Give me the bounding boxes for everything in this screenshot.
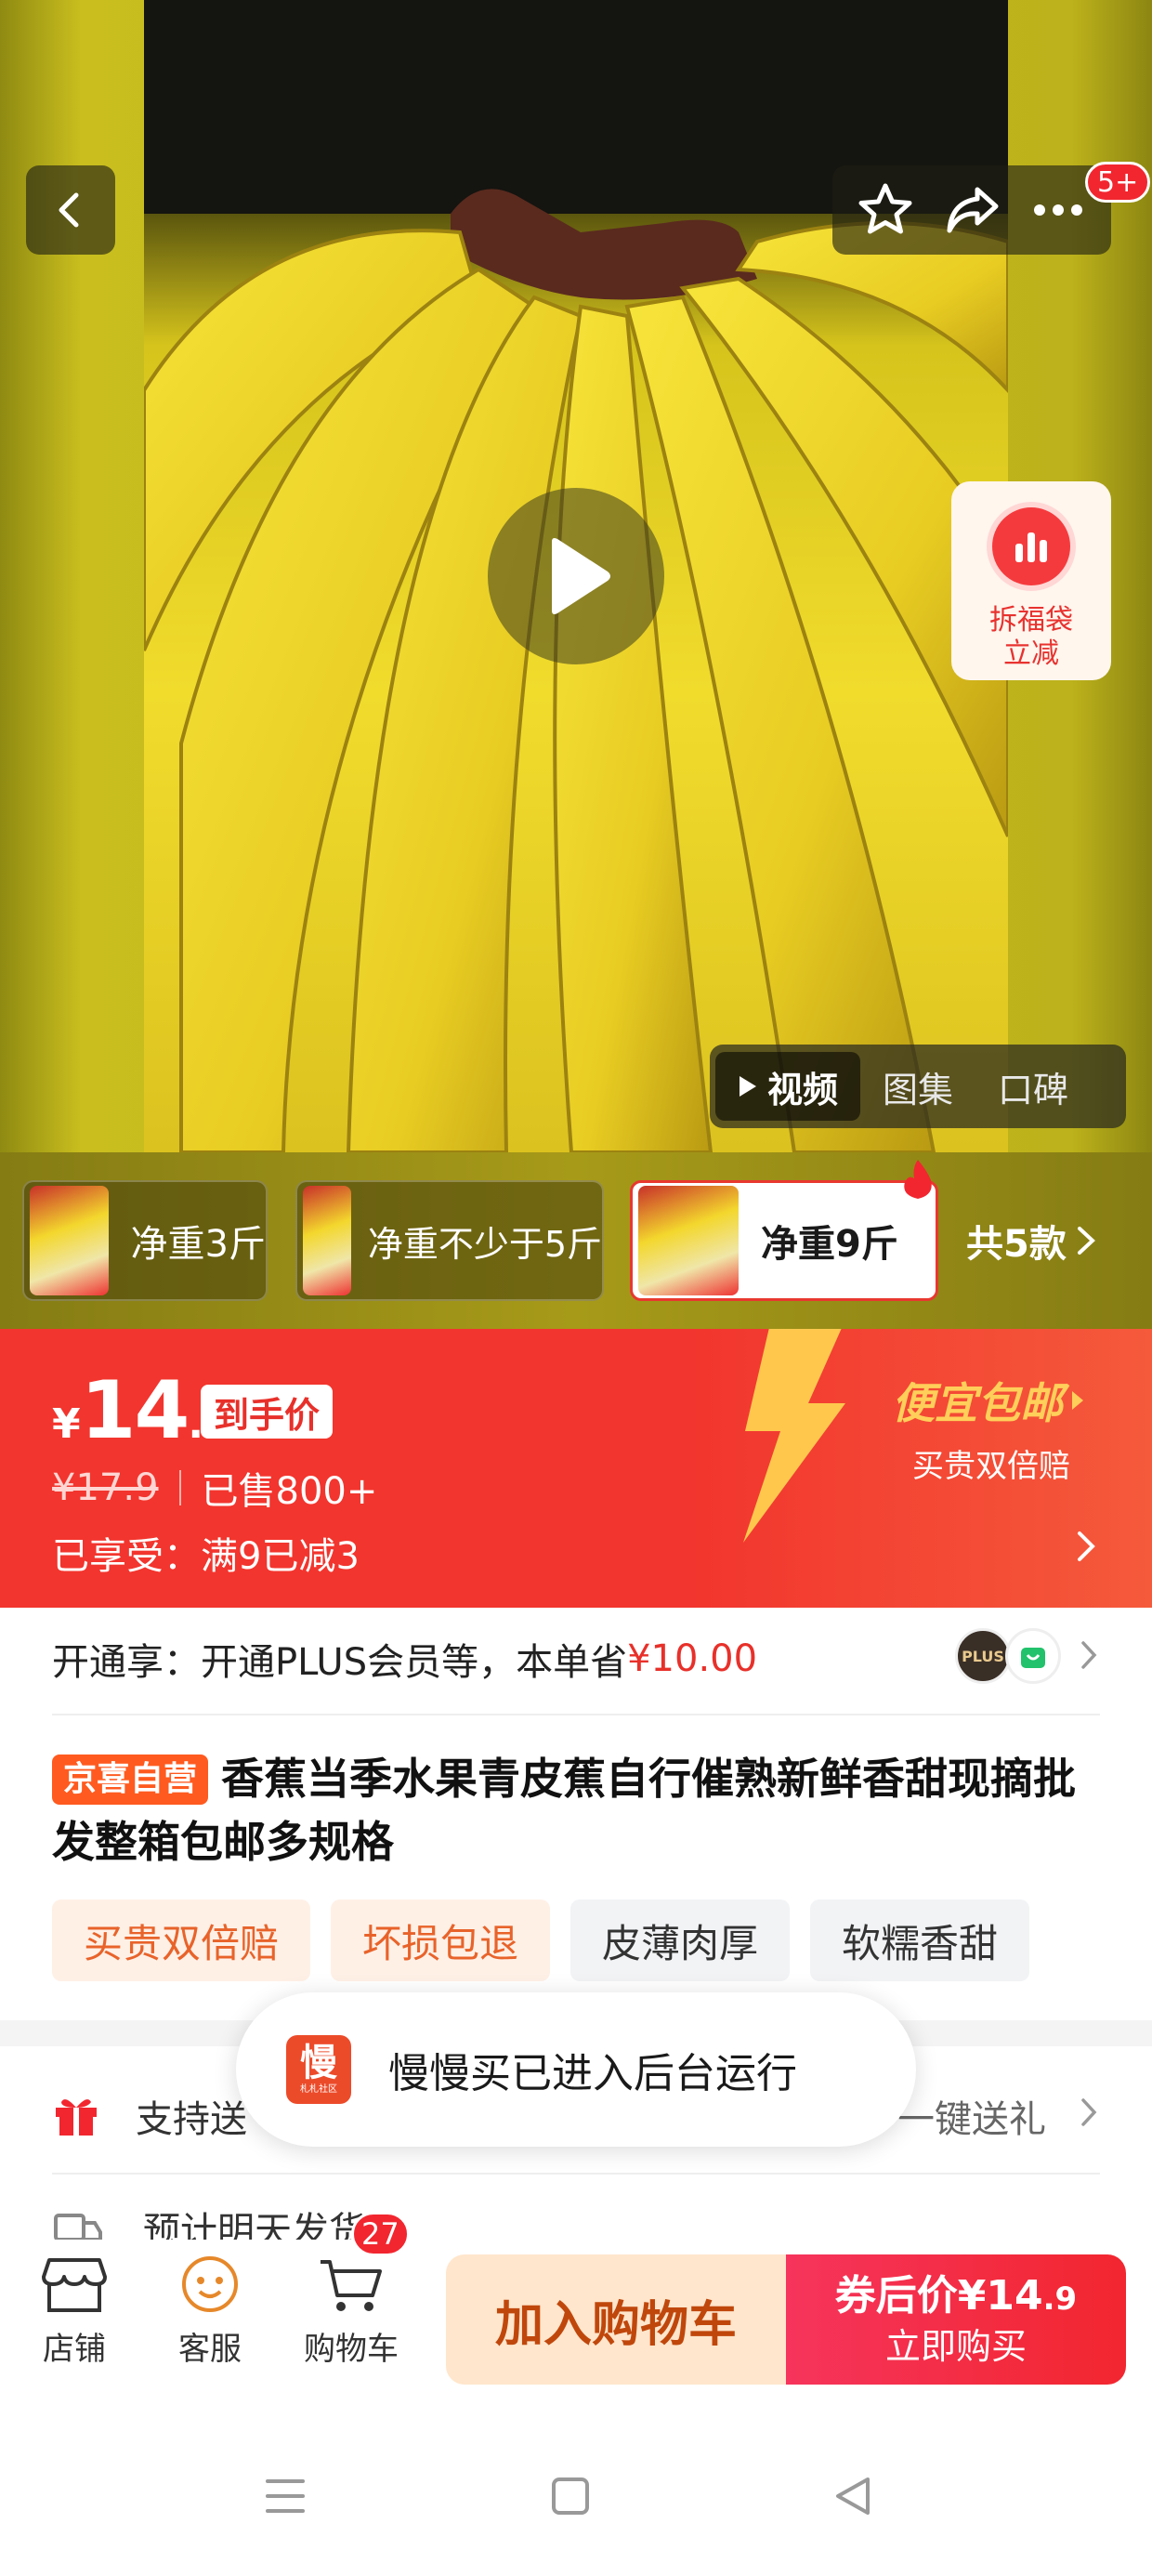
play-video-button[interactable]: [488, 488, 664, 664]
price-integer: 14: [80, 1364, 190, 1457]
final-price-tag: 到手价: [201, 1385, 334, 1439]
buy-price-integer: 14: [986, 2271, 1043, 2320]
divider: [52, 2173, 1100, 2175]
customer-service-label: 客服: [178, 2331, 242, 2368]
sku-more-button[interactable]: 共5款: [966, 1199, 1098, 1282]
divider: [178, 1470, 181, 1505]
cart-button[interactable]: 购物车: [295, 2253, 407, 2369]
caret-right-icon: [1072, 1391, 1083, 1410]
tag-double-compensation[interactable]: 买贵双倍赔: [52, 1899, 311, 1981]
more-dots-icon: [1034, 204, 1083, 216]
sku-option-label: 净重3斤: [130, 1223, 266, 1266]
cheap-shipping[interactable]: 便宜包邮: [892, 1370, 1087, 1431]
sku-option-5jin[interactable]: 净重不少于5斤: [295, 1180, 604, 1301]
play-small-icon: [740, 1076, 756, 1097]
sku-thumbnail: [638, 1186, 739, 1295]
favorite-button[interactable]: [848, 173, 923, 247]
cart-label: 购物车: [304, 2331, 399, 2368]
plus-text: 开通享：开通PLUS会员等，本单省: [52, 1641, 628, 1684]
customer-service-button[interactable]: 客服: [154, 2253, 266, 2369]
back-triangle-icon[interactable]: [832, 2476, 873, 2517]
sku-more-label: 共5款: [966, 1223, 1067, 1266]
product-gallery[interactable]: 5+ 拆福袋 立减 视频 图集 口碑: [0, 0, 1152, 1152]
back-button[interactable]: [26, 165, 115, 255]
tag-damage-return[interactable]: 坏损包退: [331, 1899, 551, 1981]
sku-option-9jin[interactable]: 净重9斤: [630, 1180, 938, 1301]
plus-icons: PLUS: [955, 1628, 1061, 1684]
chevron-left-icon: [59, 192, 79, 228]
self-operated-badge: 京喜自营: [52, 1755, 209, 1805]
lightning-icon: [743, 1329, 845, 1543]
tag-thin-skin[interactable]: 皮薄肉厚: [570, 1899, 791, 1981]
sold-count: 已售800+: [201, 1470, 378, 1513]
buy-coupon-price: 券后价¥14.9: [835, 2271, 1077, 2324]
sku-option-3jin[interactable]: 净重3斤: [22, 1180, 268, 1301]
sku-thumbnail: [30, 1186, 109, 1295]
lucky-bag-title: 拆福袋: [989, 604, 1073, 637]
app-logo-caption: 札札社区: [300, 2084, 337, 2095]
lucky-bag-subtitle: 立减: [1003, 637, 1059, 670]
tab-reviews[interactable]: 口碑: [975, 1052, 1091, 1121]
chevron-right-icon: [1077, 1227, 1095, 1255]
gift-icon: [56, 2099, 97, 2136]
chevron-right-icon: [1078, 1531, 1095, 1561]
add-to-cart-button[interactable]: 加入购物车: [446, 2254, 786, 2385]
tab-gallery[interactable]: 图集: [860, 1052, 975, 1121]
customer-service-icon: [182, 2256, 238, 2312]
product-detail-page: 5+ 拆福袋 立减 视频 图集 口碑 净重3斤 净重不少于5斤 净重9斤 共5款…: [0, 0, 1152, 2576]
price-currency: ¥: [52, 1400, 81, 1448]
sku-option-label: 净重9斤: [761, 1223, 898, 1266]
store-label: 店铺: [43, 2331, 106, 2368]
plus-saving: ¥10.00: [627, 1637, 758, 1680]
tab-reviews-label: 口碑: [998, 1069, 1069, 1111]
share-button[interactable]: [935, 173, 1009, 247]
lucky-bag-icon: [987, 502, 1076, 591]
product-tags: 买贵双倍赔 坏损包退 皮薄肉厚 软糯香甜: [52, 1899, 1030, 1981]
background-running-toast: 慢 札札社区 慢慢买已进入后台运行: [236, 1992, 916, 2147]
home-icon[interactable]: [550, 2476, 591, 2517]
discount-enjoyed[interactable]: 已享受：满9已减3: [52, 1526, 360, 1580]
chevron-right-icon: [1081, 1641, 1097, 1669]
cheap-shipping-label: 便宜包邮: [892, 1378, 1063, 1428]
chevron-right-icon: [1081, 2098, 1097, 2126]
cart-count-badge: 27: [351, 2212, 410, 2256]
shopping-bag-icon: [1005, 1628, 1061, 1684]
buy-now-button[interactable]: 券后价¥14.9 立即购买: [786, 2254, 1126, 2385]
store-icon: [42, 2258, 107, 2312]
gift-label: 支持送: [136, 2098, 247, 2141]
star-icon: [858, 183, 912, 234]
cart-icon: [321, 2260, 382, 2311]
buy-price-currency: ¥: [957, 2271, 987, 2320]
divider: [52, 1714, 1100, 1715]
buy-price-decimal: .9: [1042, 2280, 1078, 2318]
menu-icon[interactable]: [264, 2476, 307, 2517]
price-meta: ¥17.9 已售800+: [52, 1461, 377, 1515]
tab-gallery-label: 图集: [883, 1069, 954, 1111]
price-banner: ¥ 14 .9 到手价 ¥17.9 已售800+ 已享受：满9已减3 便宜包邮 …: [0, 1329, 1152, 1608]
buy-price-prefix: 券后价: [834, 2271, 958, 2320]
system-navigation-bar: [0, 2416, 1152, 2576]
sku-option-label: 净重不少于5斤: [367, 1223, 602, 1265]
media-tab-bar: 视频 图集 口碑: [710, 1045, 1126, 1128]
product-title: 京喜自营 香蕉当季水果青皮蕉自行催熟新鲜香甜现摘批发整箱包邮多规格: [52, 1747, 1102, 1873]
tab-video[interactable]: 视频: [715, 1052, 861, 1121]
buy-now-label: 立即购买: [884, 2325, 1027, 2367]
gift-one-click: 一键送礼: [897, 2098, 1046, 2141]
share-icon: [947, 187, 999, 233]
tag-soft-sweet[interactable]: 软糯香甜: [810, 1899, 1030, 1981]
sku-thumbnail: [303, 1186, 351, 1295]
tab-video-label: 视频: [767, 1069, 839, 1111]
app-logo-char: 慢: [300, 2042, 337, 2084]
hot-fire-icon: [904, 1160, 932, 1199]
plus-badge-icon: PLUS: [955, 1628, 1011, 1684]
original-price: ¥17.9: [52, 1466, 159, 1509]
app-logo-icon: 慢 札札社区: [286, 2035, 351, 2104]
top-action-group: [832, 165, 1111, 255]
double-compensation-text: 买贵双倍赔: [912, 1448, 1070, 1485]
play-icon: [552, 538, 610, 614]
store-button[interactable]: 店铺: [19, 2253, 130, 2369]
toast-message: 慢慢买已进入后台运行: [388, 2050, 797, 2097]
notification-badge: 5+: [1085, 162, 1151, 203]
lucky-bag-promo[interactable]: 拆福袋 立减: [951, 481, 1111, 680]
